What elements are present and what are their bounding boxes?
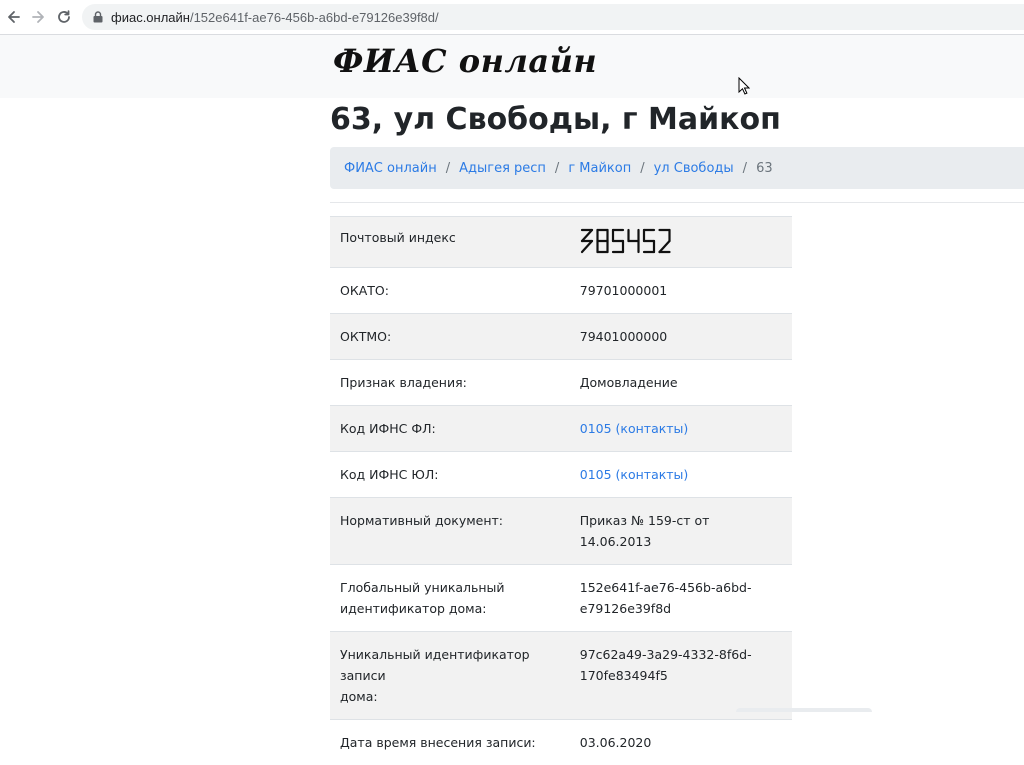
normdoc-label: Нормативный документ: bbox=[330, 498, 570, 565]
postal-digit bbox=[597, 230, 607, 252]
breadcrumb-separator: / bbox=[446, 161, 450, 176]
ownership-label: Признак владения: bbox=[330, 360, 570, 406]
forward-button[interactable] bbox=[26, 5, 50, 29]
table-row-normdoc: Нормативный документ: Приказ № 159-ст от… bbox=[330, 498, 792, 565]
house-guid-value: 152e641f-ae76-456b-a6bd-e79126e39f8d bbox=[570, 565, 792, 632]
okato-label: ОКАТО: bbox=[330, 268, 570, 314]
reload-icon bbox=[56, 9, 72, 25]
record-id-value: 97c62a49-3a29-4332-8f6d- 170fe83494f5 bbox=[570, 632, 792, 720]
house-guid-label-line2: идентификатор дома: bbox=[340, 601, 486, 616]
breadcrumb-city[interactable]: г Майкоп bbox=[568, 161, 631, 176]
breadcrumb-region[interactable]: Адыгея респ bbox=[459, 161, 546, 176]
breadcrumb-separator: / bbox=[743, 161, 747, 176]
details-table: Почтовый индекс ОКАТО: 79701000001 ОКТМО… bbox=[330, 216, 792, 765]
updated-value: 03.06.2020 bbox=[570, 720, 792, 765]
ifns-fl-label: Код ИФНС ФЛ: bbox=[330, 406, 570, 452]
address-bar[interactable]: фиас.онлайн/152e641f-ae76-456b-a6bd-e791… bbox=[82, 4, 1024, 30]
table-row-ownership: Признак владения: Домовладение bbox=[330, 360, 792, 406]
record-id-label: Уникальный идентификатор записи дома: bbox=[330, 632, 570, 720]
ifns-fl-value: 0105 (контакты) bbox=[570, 406, 792, 452]
house-guid-value-line1: 152e641f-ae76-456b-a6bd- bbox=[580, 580, 752, 595]
bottom-element-edge bbox=[736, 708, 872, 712]
postal-label: Почтовый индекс bbox=[330, 217, 570, 268]
normdoc-value: Приказ № 159-ст от 14.06.2013 bbox=[570, 498, 792, 565]
postal-digit bbox=[582, 230, 592, 252]
okato-value: 79701000001 bbox=[570, 268, 792, 314]
oktmo-label: ОКТМО: bbox=[330, 314, 570, 360]
postal-value bbox=[570, 217, 792, 268]
ifns-ul-label: Код ИФНС ЮЛ: bbox=[330, 452, 570, 498]
record-id-value-line2: 170fe83494f5 bbox=[580, 668, 668, 683]
postal-digit bbox=[628, 230, 638, 252]
table-row-oktmo: ОКТМО: 79401000000 bbox=[330, 314, 792, 360]
table-row-ifns-fl: Код ИФНС ФЛ: 0105 (контакты) bbox=[330, 406, 792, 452]
table-row-ifns-ul: Код ИФНС ЮЛ: 0105 (контакты) bbox=[330, 452, 792, 498]
updated-label: Дата время внесения записи: bbox=[330, 720, 570, 765]
ifns-ul-link[interactable]: 0105 (контакты) bbox=[580, 467, 689, 482]
site-header: ФИАС онлайн bbox=[0, 35, 1024, 98]
table-row-postal: Почтовый индекс bbox=[330, 217, 792, 268]
page-title: 63, ул Свободы, г Майкоп bbox=[330, 102, 781, 137]
postal-code-digits bbox=[580, 227, 672, 255]
url-path: /152e641f-ae76-456b-a6bd-e79126e39f8d/ bbox=[190, 10, 439, 25]
ownership-value: Домовладение bbox=[570, 360, 792, 406]
postal-digit bbox=[644, 230, 654, 252]
breadcrumb-separator: / bbox=[555, 161, 559, 176]
postal-digit bbox=[613, 230, 623, 252]
breadcrumb-street[interactable]: ул Свободы bbox=[654, 161, 734, 176]
record-id-value-line1: 97c62a49-3a29-4332-8f6d- bbox=[580, 647, 752, 662]
table-row-updated: Дата время внесения записи: 03.06.2020 bbox=[330, 720, 792, 765]
house-guid-label: Глобальный уникальный идентификатор дома: bbox=[330, 565, 570, 632]
house-guid-label-line1: Глобальный уникальный bbox=[340, 580, 505, 595]
postal-digit bbox=[659, 230, 669, 252]
site-logo[interactable]: ФИАС онлайн bbox=[333, 42, 597, 80]
house-guid-value-line2: e79126e39f8d bbox=[580, 601, 671, 616]
divider bbox=[330, 202, 1024, 203]
ifns-fl-link[interactable]: 0105 (контакты) bbox=[580, 421, 689, 436]
url-host: фиас.онлайн bbox=[111, 10, 190, 25]
back-button[interactable] bbox=[2, 5, 26, 29]
arrow-right-icon bbox=[30, 9, 46, 25]
table-row-house-guid: Глобальный уникальный идентификатор дома:… bbox=[330, 565, 792, 632]
url-text: фиас.онлайн/152e641f-ae76-456b-a6bd-e791… bbox=[111, 10, 439, 25]
ifns-ul-value: 0105 (контакты) bbox=[570, 452, 792, 498]
browser-toolbar: фиас.онлайн/152e641f-ae76-456b-a6bd-e791… bbox=[0, 0, 1024, 35]
oktmo-value: 79401000000 bbox=[570, 314, 792, 360]
breadcrumb-current: 63 bbox=[756, 161, 773, 176]
table-row-record-id: Уникальный идентификатор записи дома: 97c… bbox=[330, 632, 792, 720]
record-id-label-line2: дома: bbox=[340, 689, 378, 704]
table-row-okato: ОКАТО: 79701000001 bbox=[330, 268, 792, 314]
breadcrumb-home[interactable]: ФИАС онлайн bbox=[344, 161, 437, 176]
reload-button[interactable] bbox=[52, 5, 76, 29]
record-id-label-line1: Уникальный идентификатор записи bbox=[340, 647, 530, 683]
breadcrumb-separator: / bbox=[640, 161, 644, 176]
lock-icon bbox=[93, 11, 103, 23]
arrow-left-icon bbox=[6, 9, 22, 25]
mouse-cursor-icon bbox=[738, 77, 750, 95]
breadcrumb: ФИАС онлайн / Адыгея респ / г Майкоп / у… bbox=[330, 147, 1024, 189]
